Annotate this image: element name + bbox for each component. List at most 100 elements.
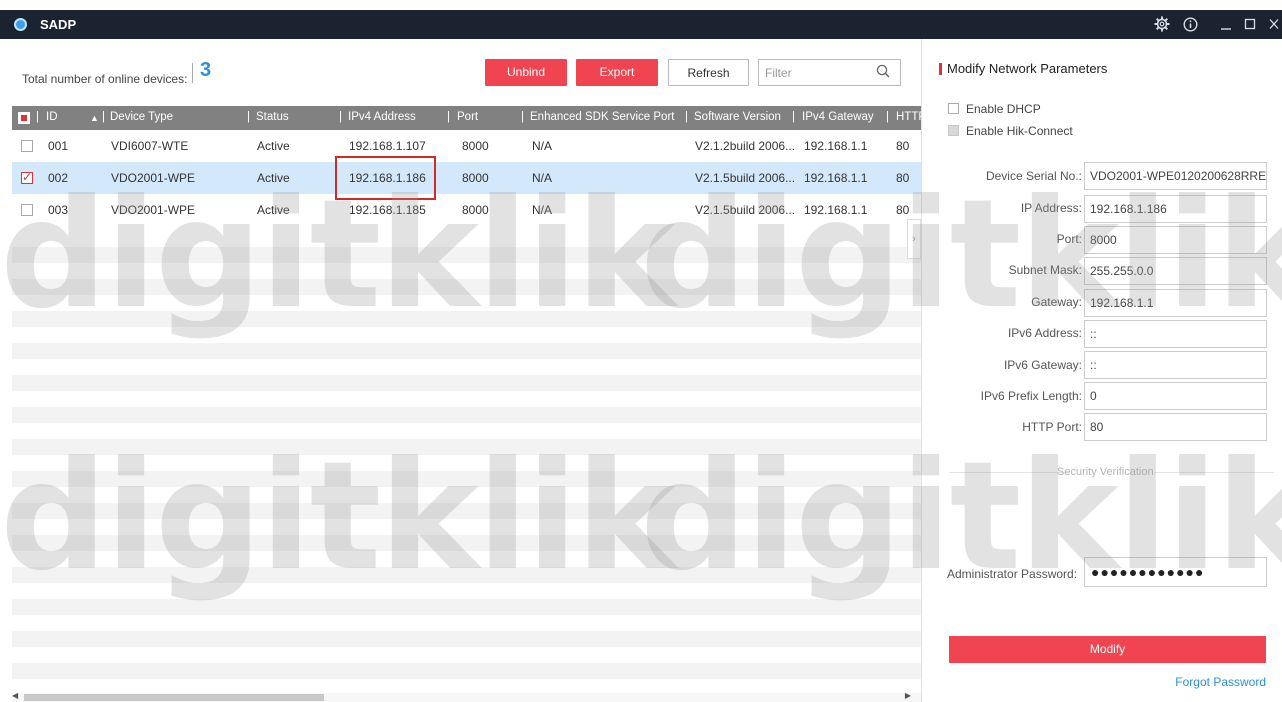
unbind-button[interactable]: Unbind (485, 59, 567, 86)
scroll-right-arrow-icon[interactable]: ▶ (905, 691, 911, 700)
cell-software-version: V2.1.5build 2006... (695, 171, 796, 185)
header-id-sep: | (36, 111, 39, 123)
maximize-icon[interactable] (1242, 14, 1258, 34)
port-field[interactable]: 8000 (1084, 226, 1267, 254)
row-checkbox[interactable] (21, 140, 33, 152)
row-checkbox[interactable] (21, 204, 33, 216)
modify-network-panel: Modify Network Parameters Enable DHCP En… (921, 39, 1282, 702)
cell-gateway: 192.168.1.1 (804, 203, 868, 217)
ipv6-gateway-label: IPv6 Gateway: (1003, 358, 1082, 372)
admin-password-field[interactable]: ●●●●●●●●●●●● (1084, 557, 1267, 587)
hik-connect-checkbox[interactable] (948, 125, 959, 136)
header-sdk-port[interactable]: Enhanced SDK Service Port (530, 111, 674, 123)
horizontal-scrollbar[interactable]: ◀ ▶ (12, 691, 921, 702)
ip-address-field[interactable]: 192.168.1.186 (1084, 195, 1267, 223)
table-row[interactable]: 001 VDI6007-WTE Active 192.168.1.107 800… (12, 130, 921, 162)
filter-input[interactable] (765, 65, 865, 81)
subnet-mask-label: Subnet Mask: (1008, 263, 1082, 277)
panel-title: Modify Network Parameters (947, 61, 1108, 76)
online-devices-count: 3 (200, 59, 212, 81)
header-type-sep: | (102, 111, 105, 123)
empty-row-stripe (12, 631, 921, 647)
header-ipv4-gateway[interactable]: IPv4 Gateway (802, 111, 874, 123)
header-id[interactable]: ID (46, 111, 58, 123)
cell-ipv4: 192.168.1.107 (349, 139, 426, 153)
gateway-field[interactable]: 192.168.1.1 (1084, 289, 1267, 317)
table-header: | ID ▲ | Device Type | Status | IPv4 Add… (12, 106, 921, 130)
cell-device-type: VDI6007-WTE (111, 139, 189, 153)
empty-row-stripe (12, 567, 921, 583)
header-status[interactable]: Status (256, 111, 289, 123)
header-http[interactable]: HTTP (896, 111, 921, 123)
header-version-sep: | (685, 111, 688, 123)
minimize-icon[interactable] (1218, 14, 1234, 34)
empty-row-stripe (12, 343, 921, 359)
empty-row-stripe (12, 407, 921, 423)
scrollbar-thumb[interactable] (24, 694, 324, 701)
title-accent-bar (939, 63, 942, 75)
header-device-type[interactable]: Device Type (110, 111, 173, 123)
subnet-mask-field[interactable]: 255.255.0.0 (1084, 257, 1267, 285)
dhcp-label: Enable DHCP (966, 102, 1041, 116)
cell-id: 003 (48, 203, 69, 217)
count-separator (192, 63, 193, 83)
empty-row-stripe (12, 311, 921, 327)
http-port-field[interactable]: 80 (1084, 413, 1267, 441)
cell-port: 8000 (462, 203, 489, 217)
ipv6-address-field[interactable]: :: (1084, 320, 1267, 348)
cell-device-type: VDO2001-WPE (111, 203, 196, 217)
ipv6-prefix-field[interactable]: 0 (1084, 382, 1267, 410)
online-devices-label: Total number of online devices: (22, 72, 188, 86)
cell-sdk-port: N/A (532, 203, 553, 217)
cell-port: 8000 (462, 171, 489, 185)
refresh-button[interactable]: Refresh (668, 59, 749, 86)
ipv6-address-label: IPv6 Address: (1007, 326, 1082, 340)
header-software-version[interactable]: Software Version (694, 111, 781, 123)
table-row[interactable]: 003 VDO2001-WPE Active 192.168.1.185 800… (12, 194, 921, 226)
settings-gear-icon[interactable] (1152, 14, 1172, 34)
search-icon[interactable] (876, 64, 890, 78)
forgot-password-link[interactable]: Forgot Password (1175, 675, 1266, 689)
cell-gateway: 192.168.1.1 (804, 139, 868, 153)
cell-device-type: VDO2001-WPE (111, 171, 196, 185)
cell-software-version: V2.1.2build 2006... (695, 139, 796, 153)
empty-row-stripe (12, 535, 921, 551)
export-button[interactable]: Export (576, 59, 658, 86)
empty-row-stripe (12, 439, 921, 455)
header-http-sep: | (886, 111, 889, 123)
cell-http: 80 (896, 139, 910, 153)
serial-field[interactable]: VDO2001-WPE0120200628RRE553 (1084, 162, 1267, 190)
ipv6-gateway-field[interactable]: :: (1084, 351, 1267, 379)
cell-port: 8000 (462, 139, 489, 153)
sort-asc-icon[interactable]: ▲ (90, 113, 99, 123)
header-port[interactable]: Port (457, 111, 478, 123)
cell-id: 001 (48, 139, 69, 153)
gateway-label: Gateway: (1031, 295, 1082, 309)
header-ip-sep: | (339, 111, 342, 123)
select-all-checkbox[interactable] (18, 112, 30, 124)
empty-row-stripe (12, 663, 921, 679)
row-checkbox-checked[interactable] (21, 170, 33, 184)
top-strip (0, 0, 1282, 10)
empty-row-stripe (12, 375, 921, 391)
dhcp-checkbox[interactable] (948, 103, 959, 114)
header-sdk-sep: | (521, 111, 524, 123)
filter-box (758, 59, 901, 86)
cell-sdk-port: N/A (532, 139, 553, 153)
admin-password-label: Administrator Password: (947, 567, 1078, 581)
empty-row-stripe (12, 503, 921, 519)
table-row-selected[interactable]: 002 VDO2001-WPE Active 192.168.1.186 800… (12, 162, 921, 194)
empty-row-stripe (12, 599, 921, 615)
app-title: SADP (40, 17, 77, 32)
info-icon[interactable] (1180, 14, 1200, 34)
panel-collapse-handle[interactable]: › (907, 219, 921, 259)
close-icon[interactable] (1266, 14, 1282, 34)
title-bar: SADP (0, 10, 1282, 39)
header-status-sep: | (247, 111, 250, 123)
divider (949, 472, 1069, 473)
header-ipv4[interactable]: IPv4 Address (348, 111, 416, 123)
modify-button[interactable]: Modify (949, 636, 1266, 663)
scroll-left-arrow-icon[interactable]: ◀ (12, 691, 18, 700)
cell-status: Active (257, 171, 290, 185)
cell-id: 002 (48, 171, 69, 185)
